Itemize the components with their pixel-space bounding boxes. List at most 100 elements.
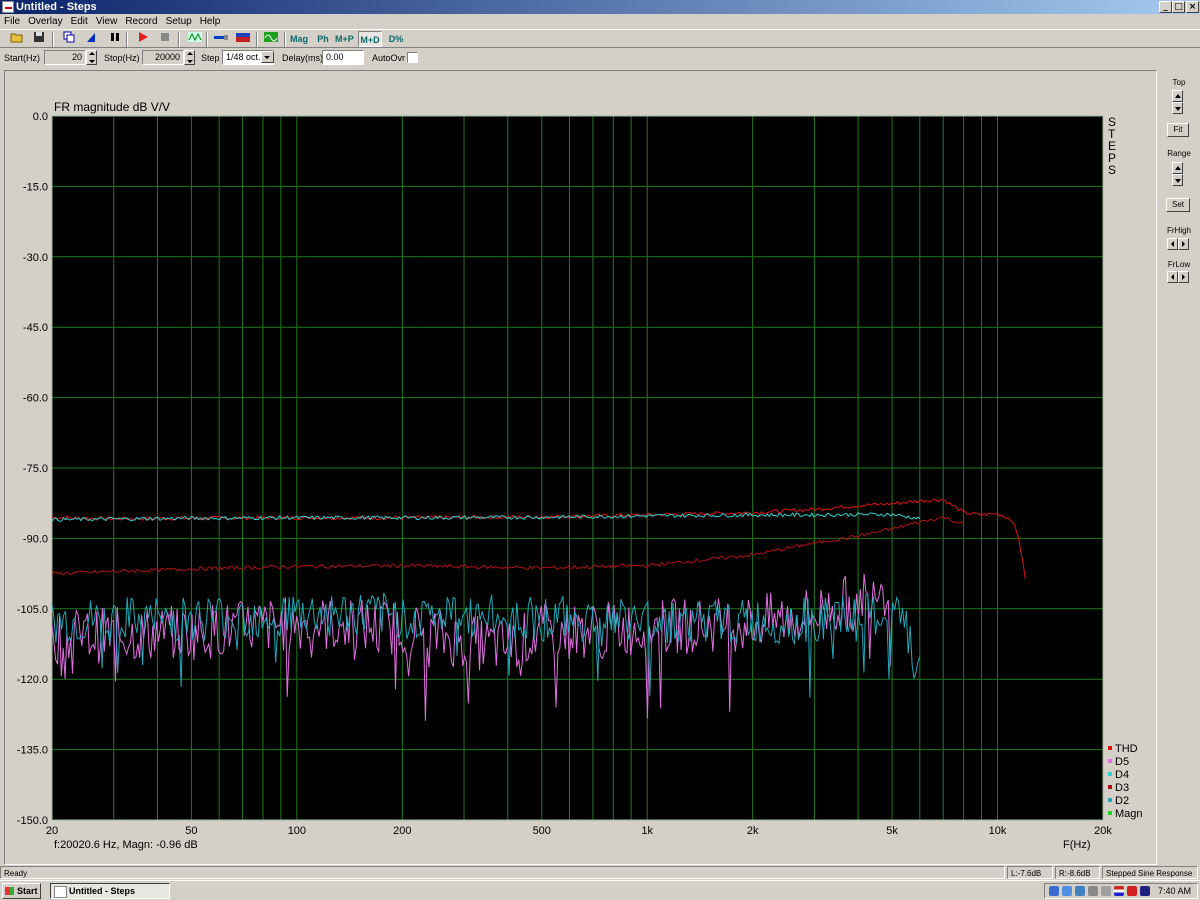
mag-phase-button[interactable]: M+P (335, 31, 354, 47)
cursor-readout: f:20020.6 Hz, Magn: -0.96 dB (54, 839, 198, 851)
y-tick-label: -90.0 (23, 533, 48, 545)
right-control-panel: Top Fit Range Set FrHigh FrLow (1158, 70, 1200, 865)
menu-setup[interactable]: Setup (162, 14, 196, 29)
menu-file[interactable]: File (0, 14, 24, 29)
start-button[interactable]: Start (2, 883, 41, 899)
minimize-button[interactable]: _ (1159, 1, 1172, 13)
status-bar: Ready L:-7.6dB R:-8.6dB Stepped Sine Res… (0, 866, 1200, 880)
menu-edit[interactable]: Edit (67, 14, 92, 29)
x-tick-label: 200 (393, 825, 411, 837)
delay-label: Delay(ms) (282, 53, 324, 63)
top-label: Top (1172, 78, 1186, 87)
step-label: Step (201, 53, 220, 63)
save-icon[interactable] (30, 31, 48, 47)
legend-label-thd: THD (1115, 743, 1138, 755)
wave-icon[interactable] (186, 31, 204, 47)
maximize-button[interactable]: □ (1172, 1, 1185, 13)
tray-arrow-icon[interactable] (1127, 886, 1137, 896)
menu-record[interactable]: Record (121, 14, 161, 29)
y-tick-label: -120.0 (17, 674, 48, 686)
top-down-button[interactable] (1172, 102, 1183, 114)
pause-icon[interactable] (106, 31, 124, 47)
fit-button[interactable]: Fit (1167, 123, 1189, 137)
side-label-letter: S (1108, 163, 1116, 177)
legend-label-d2: D2 (1115, 795, 1129, 807)
window-titlebar[interactable]: Untitled - Steps _ □ × (0, 0, 1200, 14)
scope-icon[interactable] (262, 31, 280, 47)
status-left-level: L:-7.6dB (1007, 866, 1053, 879)
x-tick-label: 100 (288, 825, 306, 837)
frhigh-right-button[interactable] (1178, 238, 1189, 250)
plot-panel: 0.0 -15.0 -30.0 -45.0 -60.0 -75.0 -90.0 -105.0 -… (4, 70, 1157, 865)
y-tick-label: -150.0 (17, 815, 48, 827)
frequency-response-chart[interactable]: 0.0 -15.0 -30.0 -45.0 -60.0 -75.0 -90.0 -105.0 -… (5, 71, 1156, 864)
autoovr-label: AutoOvr (372, 53, 406, 63)
legend-label-d3: D3 (1115, 782, 1129, 794)
stop-field[interactable]: 20000 (142, 50, 184, 65)
probe-icon[interactable] (212, 31, 230, 47)
frlow-right-button[interactable] (1178, 271, 1189, 283)
top-up-button[interactable] (1172, 90, 1183, 102)
status-ready: Ready (0, 866, 1005, 879)
distortion-percent-button[interactable]: D% (387, 31, 405, 47)
network-icon[interactable] (1049, 886, 1059, 896)
range-label: Range (1167, 149, 1191, 158)
run-icon[interactable] (134, 31, 152, 47)
start-field[interactable]: 20 (44, 50, 86, 65)
frlow-label: FrLow (1167, 260, 1191, 269)
clock: 7:40 AM (1157, 886, 1191, 896)
legend-label-d5: D5 (1115, 756, 1129, 768)
x-axis-label: F(Hz) (1063, 839, 1091, 851)
mag-distortion-button[interactable]: M+D (358, 31, 382, 47)
range-down-button[interactable] (1172, 174, 1183, 186)
frhigh-label: FrHigh (1166, 226, 1191, 235)
menu-overlay[interactable]: Overlay (24, 14, 66, 29)
legend-swatch-d3 (1108, 785, 1112, 789)
start-spinner[interactable] (86, 50, 97, 65)
app-icon (2, 1, 14, 13)
y-tick-label: 0.0 (33, 111, 48, 123)
tray-console-icon[interactable] (1140, 886, 1150, 896)
legend-swatch-d2 (1108, 798, 1112, 802)
tray-app-icon[interactable] (1075, 886, 1085, 896)
x-tick-label: 1k (641, 825, 653, 837)
frhigh-left-button[interactable] (1167, 238, 1178, 250)
volume-icon[interactable] (1088, 886, 1098, 896)
taskbar-window-button[interactable]: Untitled - Steps (50, 883, 170, 899)
stop-icon[interactable] (156, 31, 174, 47)
set-button[interactable]: Set (1166, 198, 1190, 212)
legend-label-magn: Magn (1115, 808, 1143, 820)
chart-title: FR magnitude dB V/V (54, 100, 170, 114)
phase-button[interactable]: Ph (314, 31, 332, 47)
menu-help[interactable]: Help (196, 14, 225, 29)
legend-swatch-d5 (1108, 759, 1112, 763)
y-tick-label: -75.0 (23, 463, 48, 475)
x-tick-label: 50 (185, 825, 197, 837)
marker-icon[interactable] (82, 31, 100, 47)
taskbar: Start Untitled - Steps 7:40 AM (0, 880, 1200, 900)
copy-icon[interactable] (60, 31, 78, 47)
step-dropdown-icon[interactable] (261, 51, 274, 63)
open-icon[interactable] (8, 31, 26, 47)
range-up-button[interactable] (1172, 162, 1183, 174)
x-tick-label: 500 (533, 825, 551, 837)
x-tick-label: 2k (747, 825, 759, 837)
y-tick-label: -45.0 (23, 322, 48, 334)
generator-icon[interactable] (234, 31, 252, 47)
mag-button[interactable]: Mag (290, 31, 308, 47)
stop-spinner[interactable] (184, 50, 195, 65)
window-title: Untitled - Steps (16, 1, 97, 13)
y-tick-label: -30.0 (23, 252, 48, 264)
close-button[interactable]: × (1186, 1, 1199, 13)
delay-field[interactable]: 0.00 (322, 50, 364, 65)
menu-view[interactable]: View (92, 14, 122, 29)
x-tick-label: 20k (1094, 825, 1112, 837)
printer-icon[interactable] (1101, 886, 1111, 896)
language-flag-icon[interactable] (1114, 886, 1124, 896)
autoovr-checkbox[interactable] (407, 52, 418, 63)
status-mode: Stepped Sine Response (1102, 866, 1198, 879)
search-icon[interactable] (1062, 886, 1072, 896)
x-tick-label: 20 (46, 825, 58, 837)
frlow-left-button[interactable] (1167, 271, 1178, 283)
status-right-level: R:-8.6dB (1055, 866, 1100, 879)
